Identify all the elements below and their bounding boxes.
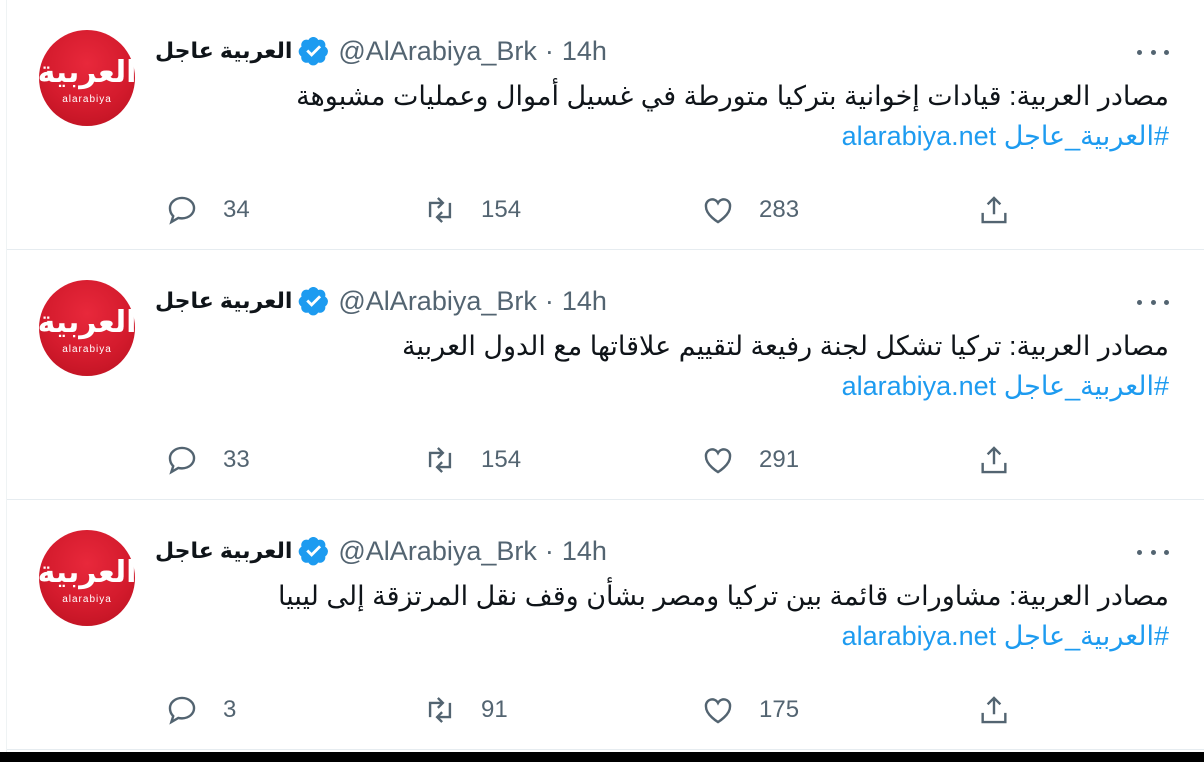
share-icon <box>981 446 1007 474</box>
share-icon <box>981 196 1007 224</box>
tweet-text-line: مصادر العربية: تركيا تشكل لجنة رفيعة لتق… <box>402 331 1169 361</box>
like-count: 291 <box>759 446 800 473</box>
timeline-feed: العربية alarabiya العربية عاجل @AlArabiy… <box>6 0 1204 756</box>
share-button[interactable] <box>977 440 1011 480</box>
account-handle[interactable]: @AlArabiya_Brk <box>338 286 536 317</box>
tweet-actions: 34 154 283 <box>157 190 1057 230</box>
tweet-timestamp[interactable]: 14h <box>562 36 607 67</box>
tweet-link-line[interactable]: #العربية_عاجل alarabiya.net <box>189 366 1169 406</box>
tweet-actions: 3 91 175 <box>157 690 1057 730</box>
tweet[interactable]: العربية alarabiya العربية عاجل @AlArabiy… <box>7 0 1204 250</box>
avatar-logo-english: alarabiya <box>62 343 112 355</box>
tweet-timestamp[interactable]: 14h <box>562 536 607 567</box>
share-button[interactable] <box>977 190 1011 230</box>
reply-count: 33 <box>223 446 250 473</box>
account-handle[interactable]: @AlArabiya_Brk <box>338 536 536 567</box>
window-bottom-edge <box>0 752 1204 762</box>
share-button[interactable] <box>977 690 1011 730</box>
like-button[interactable]: 175 <box>701 690 799 730</box>
like-icon <box>704 698 732 724</box>
separator-dot: · <box>544 35 554 66</box>
reply-icon <box>168 196 196 225</box>
tweet[interactable]: العربية alarabiya العربية عاجل @AlArabiy… <box>7 250 1204 500</box>
retweet-button[interactable]: 154 <box>423 440 521 480</box>
more-icon[interactable] <box>1137 40 1169 64</box>
tweet-text-line: مصادر العربية: مشاورات قائمة بين تركيا و… <box>278 581 1169 611</box>
tweet-text: مصادر العربية: مشاورات قائمة بين تركيا و… <box>189 576 1169 656</box>
retweet-icon <box>428 197 452 223</box>
retweet-count: 154 <box>481 196 522 223</box>
tweet-timestamp[interactable]: 14h <box>562 286 607 317</box>
avatar[interactable]: العربية alarabiya <box>37 280 137 376</box>
retweet-button[interactable]: 91 <box>423 690 508 730</box>
like-button[interactable]: 283 <box>701 190 799 230</box>
avatar[interactable]: العربية alarabiya <box>37 530 137 626</box>
avatar-logo-english: alarabiya <box>62 593 112 605</box>
reply-count: 34 <box>223 196 250 223</box>
reply-icon <box>168 446 196 475</box>
verified-icon <box>299 287 329 316</box>
more-icon[interactable] <box>1137 290 1169 314</box>
like-icon <box>704 198 732 224</box>
avatar-logo-arabic: العربية <box>37 554 137 590</box>
reply-button[interactable]: 33 <box>165 440 250 480</box>
retweet-count: 154 <box>481 446 522 473</box>
tweet-header: العربية عاجل @AlArabiya_Brk · 14h <box>155 284 607 318</box>
share-icon <box>981 696 1007 724</box>
avatar[interactable]: العربية alarabiya <box>37 30 137 126</box>
reply-count: 3 <box>223 696 237 723</box>
like-count: 175 <box>759 696 800 723</box>
tweet-text: مصادر العربية: تركيا تشكل لجنة رفيعة لتق… <box>189 326 1169 406</box>
like-icon <box>704 448 732 474</box>
retweet-icon <box>428 447 452 473</box>
account-handle[interactable]: @AlArabiya_Brk <box>338 36 536 67</box>
account-name[interactable]: العربية عاجل <box>155 288 292 314</box>
account-name[interactable]: العربية عاجل <box>155 38 292 64</box>
account-name[interactable]: العربية عاجل <box>155 538 292 564</box>
tweet-link-line[interactable]: #العربية_عاجل alarabiya.net <box>189 116 1169 156</box>
avatar-logo-arabic: العربية <box>37 54 137 90</box>
reply-button[interactable]: 34 <box>165 190 250 230</box>
reply-button[interactable]: 3 <box>165 690 236 730</box>
separator-dot: · <box>544 285 554 316</box>
tweet[interactable]: العربية alarabiya العربية عاجل @AlArabiy… <box>7 500 1204 750</box>
reply-icon <box>168 696 196 725</box>
tweet-header: العربية عاجل @AlArabiya_Brk · 14h <box>155 534 607 568</box>
more-icon[interactable] <box>1137 540 1169 564</box>
verified-icon <box>299 537 329 566</box>
tweet-actions: 33 154 291 <box>157 440 1057 480</box>
retweet-icon <box>428 697 452 723</box>
like-button[interactable]: 291 <box>701 440 799 480</box>
retweet-button[interactable]: 154 <box>423 190 521 230</box>
avatar-logo-arabic: العربية <box>37 304 137 340</box>
tweet-link-line[interactable]: #العربية_عاجل alarabiya.net <box>189 616 1169 656</box>
tweet-text: مصادر العربية: قيادات إخوانية بتركيا متو… <box>189 76 1169 156</box>
tweet-header: العربية عاجل @AlArabiya_Brk · 14h <box>155 34 607 68</box>
retweet-count: 91 <box>481 696 508 723</box>
separator-dot: · <box>544 535 554 566</box>
avatar-logo-english: alarabiya <box>62 93 112 105</box>
like-count: 283 <box>759 196 800 223</box>
verified-icon <box>299 37 329 66</box>
tweet-text-line: مصادر العربية: قيادات إخوانية بتركيا متو… <box>296 81 1169 111</box>
